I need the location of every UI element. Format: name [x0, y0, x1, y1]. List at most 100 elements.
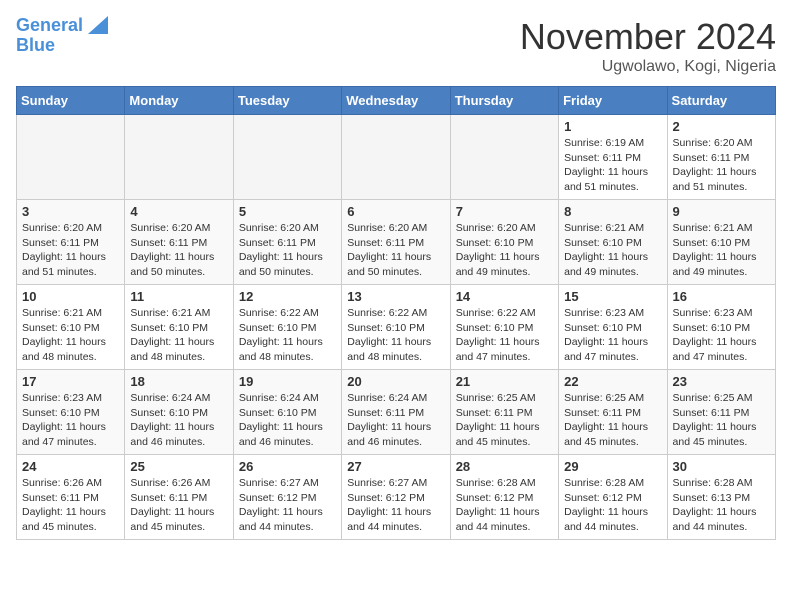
- day-info: Sunrise: 6:24 AM Sunset: 6:10 PM Dayligh…: [130, 391, 227, 450]
- day-number: 1: [564, 119, 661, 134]
- day-info: Sunrise: 6:20 AM Sunset: 6:11 PM Dayligh…: [239, 221, 336, 280]
- calendar-cell: 22 Sunrise: 6:25 AM Sunset: 6:11 PM Dayli…: [559, 370, 667, 455]
- calendar-cell: 19 Sunrise: 6:24 AM Sunset: 6:10 PM Dayli…: [233, 370, 341, 455]
- calendar-cell: 9 Sunrise: 6:21 AM Sunset: 6:10 PM Daylig…: [667, 200, 775, 285]
- calendar-cell: [17, 115, 125, 200]
- day-info: Sunrise: 6:20 AM Sunset: 6:11 PM Dayligh…: [347, 221, 444, 280]
- day-info: Sunrise: 6:21 AM Sunset: 6:10 PM Dayligh…: [130, 306, 227, 365]
- day-number: 27: [347, 459, 444, 474]
- day-info: Sunrise: 6:20 AM Sunset: 6:11 PM Dayligh…: [130, 221, 227, 280]
- calendar-cell: 24Sunrise: 6:26 AM Sunset: 6:11 PM Dayli…: [17, 455, 125, 540]
- day-info: Sunrise: 6:22 AM Sunset: 6:10 PM Dayligh…: [239, 306, 336, 365]
- day-number: 8: [564, 204, 661, 219]
- day-number: 18: [130, 374, 227, 389]
- day-number: 26: [239, 459, 336, 474]
- title-block: November 2024 Ugwolawo, Kogi, Nigeria: [520, 16, 776, 76]
- calendar-cell: 7 Sunrise: 6:20 AM Sunset: 6:10 PM Daylig…: [450, 200, 558, 285]
- day-number: 2: [673, 119, 770, 134]
- calendar-cell: 30 Sunrise: 6:28 AM Sunset: 6:13 PM Dayli…: [667, 455, 775, 540]
- calendar-week-row: 10 Sunrise: 6:21 AM Sunset: 6:10 PM Dayli…: [17, 285, 776, 370]
- day-number: 12: [239, 289, 336, 304]
- logo-text-blue: Blue: [16, 35, 55, 55]
- calendar-cell: 3Sunrise: 6:20 AM Sunset: 6:11 PM Daylig…: [17, 200, 125, 285]
- day-number: 22: [564, 374, 661, 389]
- day-info: Sunrise: 6:21 AM Sunset: 6:10 PM Dayligh…: [22, 306, 119, 365]
- calendar-cell: 16Sunrise: 6:23 AM Sunset: 6:10 PM Dayli…: [667, 285, 775, 370]
- calendar-cell: 14Sunrise: 6:22 AM Sunset: 6:10 PM Dayli…: [450, 285, 558, 370]
- day-number: 16: [673, 289, 770, 304]
- day-number: 4: [130, 204, 227, 219]
- day-info: Sunrise: 6:28 AM Sunset: 6:13 PM Dayligh…: [673, 476, 770, 535]
- day-number: 11: [130, 289, 227, 304]
- day-number: 15: [564, 289, 661, 304]
- calendar-cell: [125, 115, 233, 200]
- logo: General Blue: [16, 16, 108, 56]
- logo-text: General: [16, 16, 83, 36]
- day-info: Sunrise: 6:23 AM Sunset: 6:10 PM Dayligh…: [22, 391, 119, 450]
- calendar-table: SundayMondayTuesdayWednesdayThursdayFrid…: [16, 86, 776, 540]
- calendar-cell: 5Sunrise: 6:20 AM Sunset: 6:11 PM Daylig…: [233, 200, 341, 285]
- day-info: Sunrise: 6:25 AM Sunset: 6:11 PM Dayligh…: [456, 391, 553, 450]
- calendar-cell: 21Sunrise: 6:25 AM Sunset: 6:11 PM Dayli…: [450, 370, 558, 455]
- calendar-cell: [233, 115, 341, 200]
- calendar-cell: 27 Sunrise: 6:27 AM Sunset: 6:12 PM Dayli…: [342, 455, 450, 540]
- calendar-cell: 20Sunrise: 6:24 AM Sunset: 6:11 PM Dayli…: [342, 370, 450, 455]
- calendar-header-row: SundayMondayTuesdayWednesdayThursdayFrid…: [17, 87, 776, 115]
- day-number: 23: [673, 374, 770, 389]
- calendar-cell: 11 Sunrise: 6:21 AM Sunset: 6:10 PM Dayli…: [125, 285, 233, 370]
- day-info: Sunrise: 6:28 AM Sunset: 6:12 PM Dayligh…: [564, 476, 661, 535]
- day-info: Sunrise: 6:23 AM Sunset: 6:10 PM Dayligh…: [564, 306, 661, 365]
- calendar-cell: 2 Sunrise: 6:20 AM Sunset: 6:11 PM Daylig…: [667, 115, 775, 200]
- calendar-week-row: 17 Sunrise: 6:23 AM Sunset: 6:10 PM Dayli…: [17, 370, 776, 455]
- day-number: 30: [673, 459, 770, 474]
- calendar-cell: 6 Sunrise: 6:20 AM Sunset: 6:11 PM Daylig…: [342, 200, 450, 285]
- calendar-cell: 25 Sunrise: 6:26 AM Sunset: 6:11 PM Dayli…: [125, 455, 233, 540]
- day-info: Sunrise: 6:20 AM Sunset: 6:10 PM Dayligh…: [456, 221, 553, 280]
- day-info: Sunrise: 6:24 AM Sunset: 6:11 PM Dayligh…: [347, 391, 444, 450]
- day-number: 25: [130, 459, 227, 474]
- calendar-cell: [342, 115, 450, 200]
- day-number: 3: [22, 204, 119, 219]
- calendar-header-friday: Friday: [559, 87, 667, 115]
- day-info: Sunrise: 6:28 AM Sunset: 6:12 PM Dayligh…: [456, 476, 553, 535]
- day-info: Sunrise: 6:20 AM Sunset: 6:11 PM Dayligh…: [673, 136, 770, 195]
- calendar-cell: 28Sunrise: 6:28 AM Sunset: 6:12 PM Dayli…: [450, 455, 558, 540]
- logo-icon: [86, 14, 108, 36]
- calendar-cell: [450, 115, 558, 200]
- month-title: November 2024: [520, 16, 776, 58]
- day-info: Sunrise: 6:24 AM Sunset: 6:10 PM Dayligh…: [239, 391, 336, 450]
- calendar-header-sunday: Sunday: [17, 87, 125, 115]
- location: Ugwolawo, Kogi, Nigeria: [520, 58, 776, 76]
- day-number: 19: [239, 374, 336, 389]
- day-number: 24: [22, 459, 119, 474]
- calendar-header-monday: Monday: [125, 87, 233, 115]
- page-header: General Blue November 2024 Ugwolawo, Kog…: [16, 16, 776, 76]
- day-info: Sunrise: 6:27 AM Sunset: 6:12 PM Dayligh…: [347, 476, 444, 535]
- calendar-header-thursday: Thursday: [450, 87, 558, 115]
- day-number: 29: [564, 459, 661, 474]
- day-info: Sunrise: 6:21 AM Sunset: 6:10 PM Dayligh…: [673, 221, 770, 280]
- day-info: Sunrise: 6:19 AM Sunset: 6:11 PM Dayligh…: [564, 136, 661, 195]
- day-number: 9: [673, 204, 770, 219]
- calendar-cell: 18 Sunrise: 6:24 AM Sunset: 6:10 PM Dayli…: [125, 370, 233, 455]
- calendar-header-wednesday: Wednesday: [342, 87, 450, 115]
- day-info: Sunrise: 6:27 AM Sunset: 6:12 PM Dayligh…: [239, 476, 336, 535]
- calendar-cell: 10 Sunrise: 6:21 AM Sunset: 6:10 PM Dayli…: [17, 285, 125, 370]
- day-info: Sunrise: 6:25 AM Sunset: 6:11 PM Dayligh…: [564, 391, 661, 450]
- day-number: 10: [22, 289, 119, 304]
- calendar-cell: 17 Sunrise: 6:23 AM Sunset: 6:10 PM Dayli…: [17, 370, 125, 455]
- calendar-header-tuesday: Tuesday: [233, 87, 341, 115]
- day-number: 6: [347, 204, 444, 219]
- calendar-week-row: 3 Sunrise: 6:20 AM Sunset: 6:11 PM Daylig…: [17, 200, 776, 285]
- day-number: 14: [456, 289, 553, 304]
- calendar-cell: 4 Sunrise: 6:20 AM Sunset: 6:11 PM Daylig…: [125, 200, 233, 285]
- day-number: 7: [456, 204, 553, 219]
- calendar-cell: 26 Sunrise: 6:27 AM Sunset: 6:12 PM Dayli…: [233, 455, 341, 540]
- calendar-cell: 29 Sunrise: 6:28 AM Sunset: 6:12 PM Dayli…: [559, 455, 667, 540]
- day-info: Sunrise: 6:21 AM Sunset: 6:10 PM Dayligh…: [564, 221, 661, 280]
- calendar-cell: 8 Sunrise: 6:21 AM Sunset: 6:10 PM Daylig…: [559, 200, 667, 285]
- day-info: Sunrise: 6:26 AM Sunset: 6:11 PM Dayligh…: [130, 476, 227, 535]
- calendar-cell: 15 Sunrise: 6:23 AM Sunset: 6:10 PM Dayli…: [559, 285, 667, 370]
- day-number: 17: [22, 374, 119, 389]
- day-number: 13: [347, 289, 444, 304]
